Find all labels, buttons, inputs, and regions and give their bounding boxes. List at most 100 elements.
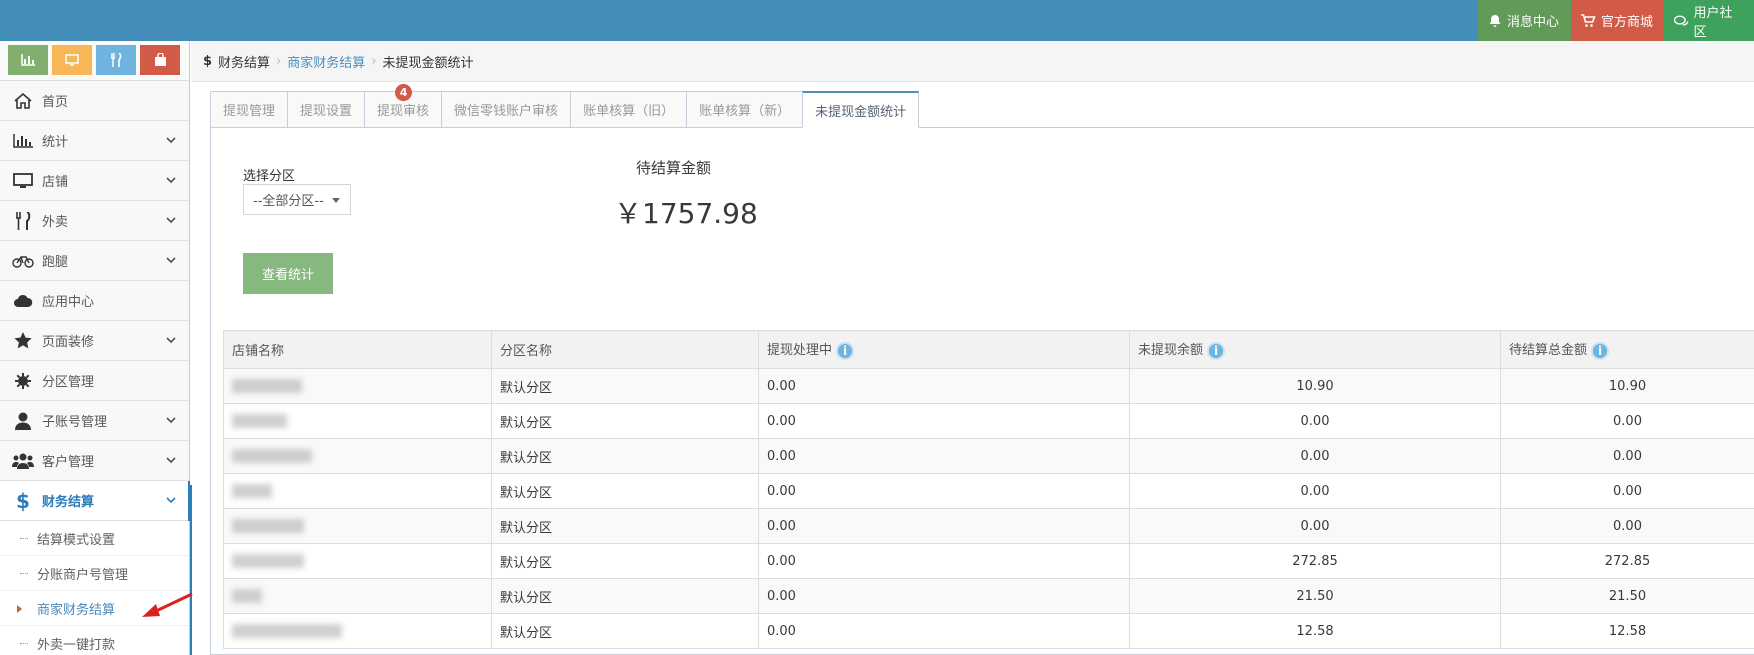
sidebar-item-stats[interactable]: 统计 (0, 121, 189, 161)
tab-unwithdrawn-stats[interactable]: 未提现金额统计 (802, 91, 920, 128)
chevron-down-icon (166, 177, 176, 184)
sidebar-subitem-label: 结算模式设置 (37, 532, 116, 548)
col-label: 分区名称 (500, 344, 553, 359)
pending-total-cell: 10.90 (1500, 368, 1754, 404)
pending-total-cell: 0.00 (1500, 473, 1754, 509)
tab-withdraw-review[interactable]: 提现审核 4 (364, 84, 443, 128)
tab-bill-new[interactable]: 账单核算（新） (686, 91, 804, 128)
gear-icon (12, 372, 34, 389)
desktop-icon (12, 172, 34, 189)
sidebar-item-label: 财务结算 (42, 495, 95, 510)
pending-total-cell: 21.50 (1500, 578, 1754, 614)
user-icon (12, 412, 34, 430)
sidebar-item-store[interactable]: 店铺 (0, 161, 189, 201)
store-name-cell (223, 543, 492, 579)
utensils-icon (12, 211, 34, 230)
unwithdrawn-cell: 0.00 (1129, 473, 1501, 509)
sidebar-item-label: 跑腿 (42, 255, 69, 270)
sidebar-subitem-split-merchant[interactable]: 分账商户号管理 (0, 556, 189, 591)
cloud-icon (12, 294, 34, 308)
sidebar-item-customers[interactable]: 客户管理 (0, 441, 189, 481)
info-icon[interactable]: i (836, 341, 855, 360)
sidebar-item-label: 应用中心 (42, 295, 95, 310)
redacted-store-name (232, 589, 262, 603)
tab-withdraw-management[interactable]: 提现管理 (210, 91, 289, 128)
sidebar-item-sub-accounts[interactable]: 子账号管理 (0, 401, 189, 441)
monitor-icon (65, 54, 79, 66)
sidebar: 首页 统计 店铺 外卖 跑腿 应用中心 页面装修 分区管理 子账号管理 客户管理… (0, 41, 190, 655)
redacted-store-name (232, 379, 302, 393)
breadcrumb-separator-icon: › (371, 53, 377, 69)
pending-amount-value: ￥1757.98 (614, 197, 758, 230)
unwithdrawn-cell: 0.00 (1129, 438, 1501, 474)
tab-bill-old[interactable]: 账单核算（旧） (570, 91, 688, 128)
sidebar-active-line (190, 485, 192, 655)
sidebar-subitem-takeout-payout[interactable]: 外卖一键打款 (0, 626, 189, 655)
chevron-down-icon (166, 497, 176, 504)
redacted-store-name (232, 519, 304, 533)
chevron-down-icon (166, 217, 176, 224)
tab-bar: 提现管理 提现设置 提现审核 4 微信零钱账户审核 账单核算（旧） 账单核算（新… (210, 84, 920, 128)
breadcrumb: $ 财务结算 › 商家财务结算 › 未提现金额统计 (191, 41, 1754, 82)
sidebar-item-app-center[interactable]: 应用中心 (0, 281, 189, 321)
home-icon (12, 92, 34, 109)
dollar-icon: $ (16, 488, 30, 513)
shortcut-mall-button[interactable] (140, 45, 180, 75)
table-row: 默认分区 0.00 0.00 0.00 (223, 508, 1754, 544)
sidebar-item-zone-management[interactable]: 分区管理 (0, 361, 189, 401)
breadcrumb-link[interactable]: 商家财务结算 (287, 52, 365, 71)
zone-cell: 默认分区 (491, 473, 759, 509)
user-community-button[interactable]: 用户社区 (1664, 0, 1754, 41)
sidebar-item-label: 首页 (42, 95, 69, 110)
shortcut-takeout-button[interactable] (96, 45, 136, 75)
pending-total-cell: 0.00 (1500, 403, 1754, 439)
tab-withdraw-settings[interactable]: 提现设置 (287, 91, 366, 128)
shortcut-stats-button[interactable] (8, 45, 48, 75)
redacted-store-name (232, 624, 342, 638)
pending-total-cell: 12.58 (1500, 613, 1754, 649)
sidebar-item-label: 店铺 (42, 175, 69, 190)
redacted-store-name (232, 484, 272, 498)
table-row: 默认分区 0.00 0.00 0.00 (223, 473, 1754, 509)
zone-cell: 默认分区 (491, 438, 759, 474)
info-icon[interactable]: i (1591, 341, 1610, 360)
sidebar-item-takeout[interactable]: 外卖 (0, 201, 189, 241)
processing-cell: 0.00 (758, 508, 1130, 544)
chevron-down-icon (166, 137, 176, 144)
store-name-cell (223, 508, 492, 544)
col-processing: 提现处理中 i (758, 330, 1130, 369)
sidebar-item-home[interactable]: 首页 (0, 81, 189, 121)
view-stats-button[interactable]: 查看统计 (243, 253, 333, 294)
unwithdrawn-cell: 21.50 (1129, 578, 1501, 614)
tab-wechat-wallet-review[interactable]: 微信零钱账户审核 (441, 91, 572, 128)
message-center-label: 消息中心 (1507, 15, 1560, 30)
sidebar-item-errand[interactable]: 跑腿 (0, 241, 189, 281)
zone-cell: 默认分区 (491, 403, 759, 439)
breadcrumb-current: 未提现金额统计 (382, 55, 474, 71)
col-zone-name: 分区名称 (491, 330, 759, 369)
tab-label: 提现审核 (377, 104, 430, 119)
sidebar-subitem-settlement-mode[interactable]: 结算模式设置 (0, 521, 189, 556)
tab-label: 微信零钱账户审核 (454, 104, 559, 119)
processing-cell: 0.00 (758, 613, 1130, 649)
shortcut-store-button[interactable] (52, 45, 92, 75)
pending-total-cell: 272.85 (1500, 543, 1754, 579)
sidebar-item-label: 客户管理 (42, 455, 95, 470)
pending-amount-title: 待结算金额 (636, 159, 712, 177)
breadcrumb-root: 财务结算 (218, 55, 271, 71)
zone-select[interactable]: --全部分区-- (243, 184, 351, 215)
processing-cell: 0.00 (758, 368, 1130, 404)
sidebar-item-page-decoration[interactable]: 页面装修 (0, 321, 189, 361)
info-icon[interactable]: i (1207, 341, 1226, 360)
tab-label: 提现设置 (300, 104, 353, 119)
processing-cell: 0.00 (758, 578, 1130, 614)
sidebar-subitem-label: 外卖一键打款 (37, 637, 116, 653)
message-center-button[interactable]: 消息中心 (1478, 0, 1571, 41)
col-unwithdrawn: 未提现余额 i (1129, 330, 1501, 369)
sidebar-item-label: 页面装修 (42, 335, 95, 350)
official-store-button[interactable]: 官方商城 (1571, 0, 1664, 41)
zone-cell: 默认分区 (491, 613, 759, 649)
sidebar-subitem-label: 商家财务结算 (37, 602, 116, 618)
sidebar-item-finance-settlement[interactable]: $ 财务结算 (0, 481, 190, 521)
tab-label: 账单核算（新） (699, 104, 791, 119)
